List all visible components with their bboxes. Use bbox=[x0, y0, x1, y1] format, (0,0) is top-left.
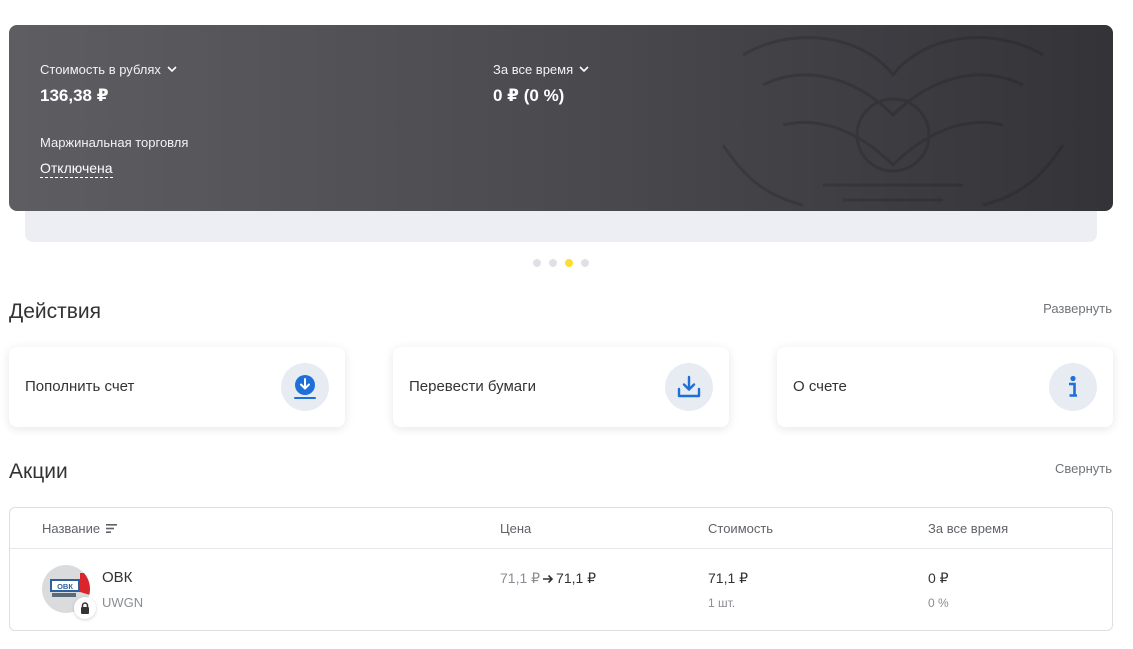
transfer-download-icon bbox=[665, 363, 713, 411]
stock-name[interactable]: ОВК bbox=[102, 569, 132, 586]
value-currency-selector[interactable]: Стоимость в рублях bbox=[40, 62, 177, 77]
account-info-action-card[interactable]: О счете bbox=[777, 347, 1113, 427]
total-change: 0 ₽ bbox=[928, 570, 949, 586]
deposit-action-label: Пополнить счет bbox=[25, 378, 135, 395]
lock-icon bbox=[74, 597, 96, 619]
transfer-securities-action-card[interactable]: Перевести бумаги bbox=[393, 347, 729, 427]
carousel-dot-active[interactable] bbox=[565, 259, 573, 267]
price-change: 71,1 ₽ 71,1 ₽ bbox=[500, 570, 596, 587]
transfer-securities-label: Перевести бумаги bbox=[409, 378, 536, 395]
account-info-label: О счете bbox=[793, 378, 847, 395]
column-header-price: Цена bbox=[500, 521, 532, 536]
actions-section-title: Действия bbox=[9, 300, 102, 323]
carousel-dot[interactable] bbox=[533, 259, 541, 267]
stocks-section-title: Акции bbox=[9, 460, 68, 483]
column-header-name[interactable]: Название bbox=[42, 521, 118, 536]
account-value: 136,38 ₽ bbox=[40, 86, 109, 105]
carousel-dot[interactable] bbox=[581, 259, 589, 267]
position-value: 71,1 ₽ bbox=[708, 570, 749, 586]
table-header-divider bbox=[10, 548, 1112, 549]
total-change-percent: 0 % bbox=[928, 596, 949, 610]
period-label: За все время bbox=[493, 62, 574, 77]
stocks-table: Название Цена Стоимость За все время ОВК bbox=[9, 507, 1113, 631]
margin-trading-label: Маржинальная торговля bbox=[40, 135, 189, 150]
arrow-right-icon bbox=[543, 574, 554, 583]
column-header-name-label: Название bbox=[42, 521, 101, 536]
sort-icon[interactable] bbox=[106, 524, 118, 533]
deposit-action-card[interactable]: Пополнить счет bbox=[9, 347, 345, 427]
logo-text: ОВК bbox=[57, 582, 73, 591]
carousel-dot[interactable] bbox=[549, 259, 557, 267]
price-from: 71,1 ₽ bbox=[500, 570, 541, 586]
column-header-value: Стоимость bbox=[708, 521, 774, 536]
actions-expand-link[interactable]: Развернуть bbox=[1043, 301, 1112, 316]
chevron-down-icon bbox=[579, 66, 589, 73]
coat-of-arms-watermark-icon bbox=[721, 36, 1065, 207]
period-selector[interactable]: За все время bbox=[493, 62, 589, 77]
stocks-collapse-link[interactable]: Свернуть bbox=[1055, 461, 1112, 476]
position-quantity: 1 шт. bbox=[708, 596, 736, 610]
account-summary-card: Стоимость в рублях 136,38 ₽ За все время… bbox=[9, 25, 1113, 211]
value-currency-label: Стоимость в рублях bbox=[40, 62, 161, 77]
company-logo: ОВК bbox=[42, 565, 96, 619]
period-profit-value: 0 ₽ (0 %) bbox=[493, 86, 565, 105]
carousel-pagination bbox=[533, 259, 589, 267]
margin-status-link[interactable]: Отключена bbox=[40, 160, 113, 178]
chevron-down-icon bbox=[167, 66, 177, 73]
column-header-total: За все время bbox=[928, 521, 1009, 536]
price-to: 71,1 ₽ bbox=[556, 570, 597, 586]
info-icon bbox=[1049, 363, 1097, 411]
deposit-icon bbox=[281, 363, 329, 411]
stock-ticker: UWGN bbox=[102, 595, 144, 610]
